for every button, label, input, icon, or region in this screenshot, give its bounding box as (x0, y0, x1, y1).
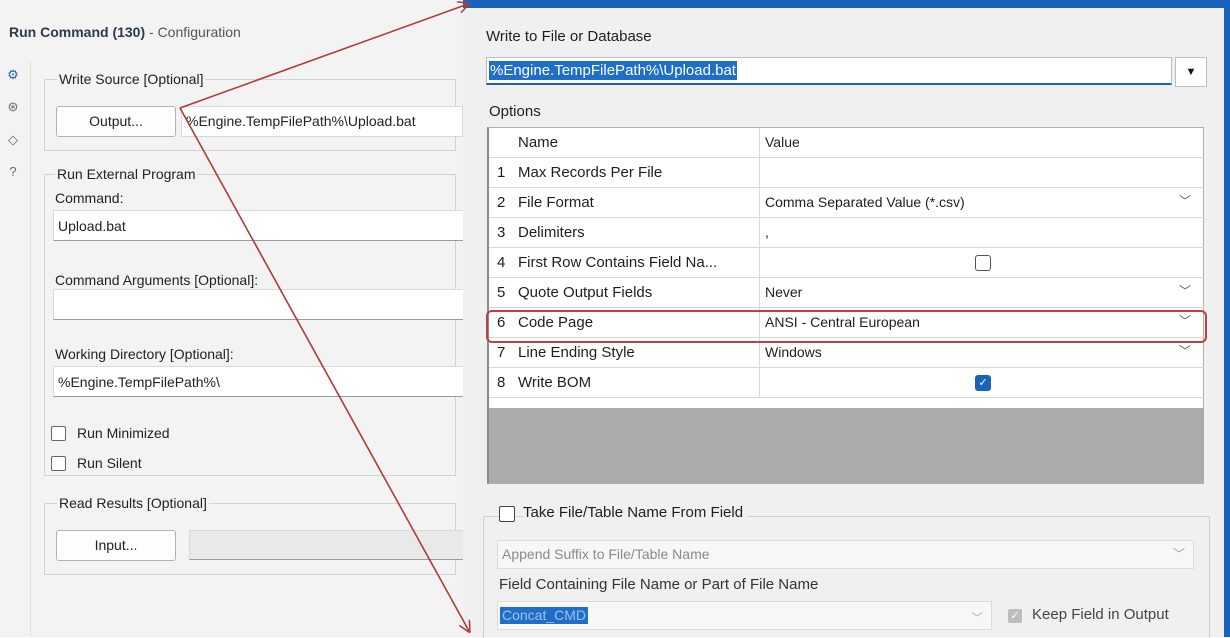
column-separator (759, 248, 760, 278)
suffix-dropdown-value: Append Suffix to File/Table Name (502, 546, 710, 562)
tool-name: Run Command (130) (9, 24, 146, 40)
option-row[interactable]: 5 Quote Output Fields Never ﹀ (489, 278, 1204, 308)
run-silent-checkbox[interactable] (51, 456, 66, 471)
field-dropdown[interactable]: Concat_CMD ﹀ (497, 601, 992, 630)
command-label: Command: (55, 190, 124, 206)
option-name: Quote Output Fields (518, 284, 653, 301)
take-file-checkbox[interactable] (499, 506, 515, 522)
write-to-file-title: Write to File or Database (486, 28, 652, 45)
command-input[interactable]: Upload.bat (53, 210, 465, 241)
option-value[interactable]: Windows (765, 344, 822, 360)
run-minimized-label: Run Minimized (77, 425, 170, 441)
command-args-input[interactable] (53, 289, 465, 320)
column-separator (759, 188, 760, 218)
side-icon-bar: ⚙ ⊛ ◇ ? (0, 62, 31, 637)
option-row[interactable]: 4 First Row Contains Field Na... (489, 248, 1204, 278)
options-grid: Name Value 1 Max Records Per File 2 File Fo… (487, 127, 1204, 484)
option-row[interactable]: 2 File Format Comma Separated Value (*.csv… (489, 188, 1204, 218)
option-row[interactable]: 3 Delimiters, (489, 218, 1204, 248)
run-external-legend: Run External Program (55, 166, 198, 182)
file-path-text: %Engine.TempFilePath%\Upload.bat (489, 61, 737, 80)
field-dropdown-value: Concat_CMD (500, 607, 589, 624)
chevron-down-icon[interactable]: ﹀ (1179, 192, 1191, 209)
suffix-dropdown[interactable]: Append Suffix to File/Table Name ﹀ (497, 540, 1194, 569)
write-source-path[interactable]: %Engine.TempFilePath%\Upload.bat (181, 106, 463, 137)
write-source-legend: Write Source [Optional] (57, 71, 206, 87)
read-results-path[interactable] (189, 530, 469, 560)
file-dropdown-button[interactable]: ▼ (1175, 57, 1207, 87)
config-title: Run Command (130) - Configuration (9, 24, 241, 40)
option-name: File Format (518, 194, 594, 211)
column-separator (759, 158, 760, 188)
option-checkbox[interactable]: ✓ (975, 375, 991, 391)
option-row[interactable]: 8 Write BOM ✓ (489, 368, 1204, 398)
chevron-down-icon: ﹀ (1172, 547, 1185, 561)
take-file-label: Take File/Table Name From Field (523, 504, 748, 521)
option-row[interactable]: 1 Max Records Per File (489, 158, 1204, 188)
grid-header: Name Value (489, 128, 1204, 158)
option-name: Write BOM (518, 374, 592, 391)
field-containing-label: Field Containing File Name or Part of Fi… (499, 576, 819, 593)
run-silent-label: Run Silent (77, 455, 142, 471)
window-edge (1224, 0, 1230, 637)
command-args-label: Command Arguments [Optional]: (55, 272, 259, 288)
option-value[interactable]: , (765, 224, 769, 240)
file-path-input[interactable]: %Engine.TempFilePath%\Upload.bat (486, 57, 1172, 85)
input-button[interactable]: Input... (56, 530, 176, 561)
gear-icon[interactable]: ⚙ (5, 67, 21, 83)
config-body: Write Source [Optional] Output... %Engin… (31, 62, 470, 637)
code-page-highlight (486, 310, 1207, 343)
keep-field-checkbox[interactable]: ✓ (1008, 609, 1022, 623)
row-number: 1 (497, 164, 506, 181)
option-value[interactable]: Never (765, 284, 802, 300)
arrows-icon[interactable]: ⊛ (5, 99, 21, 115)
chevron-down-icon[interactable]: ﹀ (1179, 282, 1191, 299)
write-file-config-window: Write to File or Database %Engine.TempFi… (463, 0, 1230, 638)
row-number: 7 (497, 344, 506, 361)
read-results-legend: Read Results [Optional] (57, 495, 209, 511)
chevron-down-icon: ﹀ (970, 611, 983, 625)
option-name: First Row Contains Field Na... (518, 254, 718, 271)
option-value[interactable]: Comma Separated Value (*.csv) (765, 194, 965, 210)
option-checkbox[interactable] (975, 255, 991, 271)
row-number: 4 (497, 254, 506, 271)
working-directory-input[interactable]: %Engine.TempFilePath%\ (53, 366, 465, 397)
configuration-panel: Run Command (130) - Configuration ⚙ ⊛ ◇ … (0, 0, 470, 637)
chevron-down-icon[interactable]: ﹀ (1179, 342, 1191, 359)
row-number: 2 (497, 194, 506, 211)
working-directory-label: Working Directory [Optional]: (55, 346, 234, 362)
tag-icon[interactable]: ◇ (5, 132, 21, 148)
config-header: Run Command (130) - Configuration (0, 0, 470, 63)
keep-field-label: Keep Field in Output (1032, 606, 1169, 623)
column-separator (759, 218, 760, 248)
chevron-down-icon: ▼ (1185, 66, 1197, 78)
column-separator (759, 128, 760, 158)
column-separator (759, 278, 760, 308)
option-name: Delimiters (518, 224, 585, 241)
window-accent-bar (463, 0, 1230, 8)
grid-empty-area (489, 408, 1204, 483)
row-number: 3 (497, 224, 506, 241)
column-header-name: Name (518, 134, 559, 151)
row-number: 8 (497, 374, 506, 391)
row-number: 5 (497, 284, 506, 301)
options-label: Options (489, 103, 541, 120)
config-subtitle: - Configuration (145, 24, 241, 40)
option-name: Max Records Per File (518, 164, 663, 181)
run-minimized-checkbox[interactable] (51, 426, 66, 441)
option-name: Line Ending Style (518, 344, 635, 361)
output-button[interactable]: Output... (56, 106, 176, 137)
help-icon[interactable]: ? (5, 164, 21, 180)
column-header-value: Value (765, 134, 800, 150)
column-separator (759, 368, 760, 398)
